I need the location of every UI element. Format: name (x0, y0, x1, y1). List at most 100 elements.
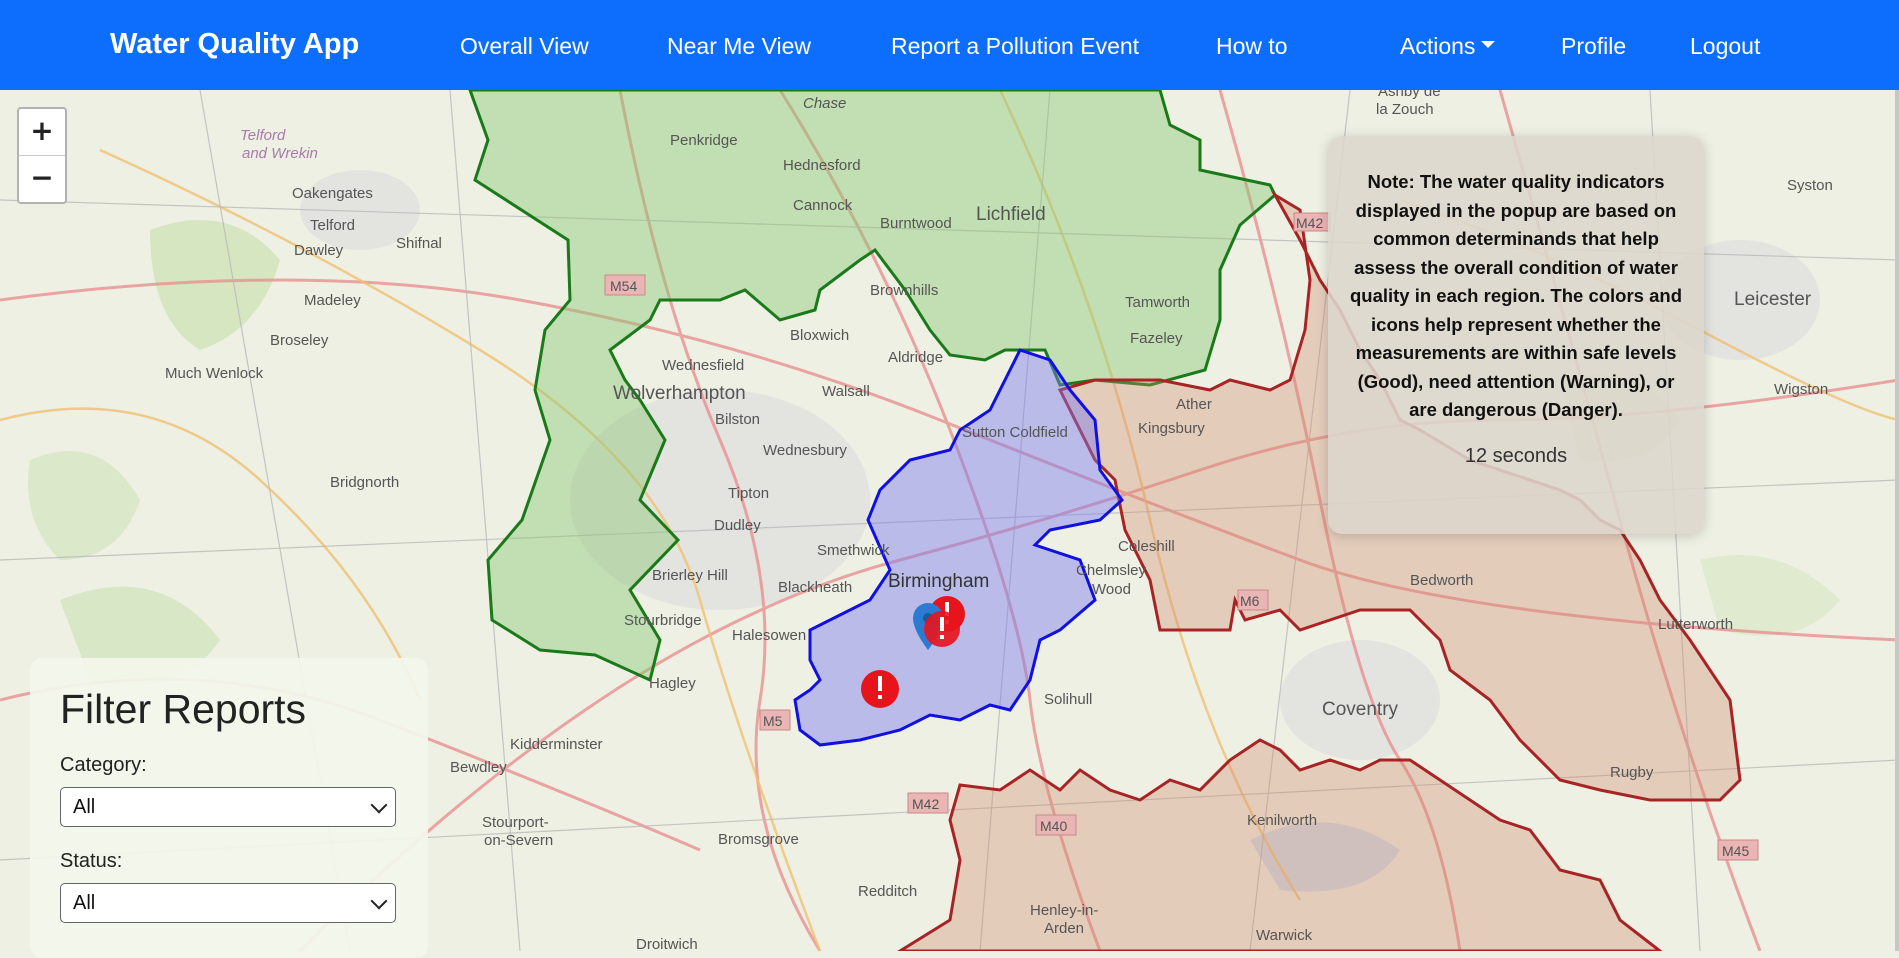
svg-text:Fazeley: Fazeley (1130, 330, 1183, 347)
caret-down-icon (1481, 41, 1496, 49)
danger-marker-icon[interactable] (861, 670, 899, 708)
note-body: The water quality indicators displayed i… (1349, 171, 1683, 420)
svg-text:Bilston: Bilston (715, 411, 760, 428)
svg-text:M54: M54 (610, 278, 637, 294)
svg-text:Halesowen: Halesowen (732, 627, 806, 644)
status-select[interactable]: All (60, 883, 396, 923)
chevron-down-icon (370, 796, 388, 814)
svg-text:Arden: Arden (1044, 920, 1084, 937)
map-markers (861, 596, 965, 708)
svg-text:Lichfield: Lichfield (976, 204, 1046, 225)
nav-actions-dropdown[interactable]: Actions (1400, 33, 1496, 60)
note-label: Note: (1367, 171, 1415, 192)
svg-text:Bridgnorth: Bridgnorth (330, 474, 399, 491)
filter-title: Filter Reports (60, 686, 307, 732)
svg-text:Syston: Syston (1787, 177, 1833, 194)
svg-text:Solihull: Solihull (1044, 691, 1092, 708)
svg-text:Aldridge: Aldridge (888, 349, 943, 366)
nav-report-pollution[interactable]: Report a Pollution Event (891, 33, 1139, 60)
nav-near-me-view[interactable]: Near Me View (667, 33, 811, 60)
svg-text:Wednesfield: Wednesfield (662, 357, 744, 374)
svg-text:Blackheath: Blackheath (778, 579, 852, 596)
svg-text:Kidderminster: Kidderminster (510, 736, 603, 753)
svg-text:Dudley: Dudley (714, 517, 761, 534)
svg-text:M40: M40 (1040, 818, 1067, 834)
chevron-down-icon (370, 892, 388, 910)
svg-text:Ather: Ather (1176, 396, 1212, 413)
svg-text:Wolverhampton: Wolverhampton (613, 383, 746, 404)
svg-text:Hednesford: Hednesford (783, 157, 861, 174)
svg-text:and Wrekin: and Wrekin (242, 145, 318, 162)
svg-text:Much Wenlock: Much Wenlock (165, 365, 264, 382)
svg-text:Tamworth: Tamworth (1125, 294, 1190, 311)
svg-text:Leicester: Leicester (1734, 289, 1812, 310)
nav-profile[interactable]: Profile (1561, 33, 1626, 60)
svg-text:la Zouch: la Zouch (1376, 101, 1434, 118)
svg-text:Telford: Telford (310, 217, 355, 234)
svg-text:Bedworth: Bedworth (1410, 572, 1473, 589)
svg-text:Oakengates: Oakengates (292, 185, 373, 202)
svg-text:Wood: Wood (1092, 581, 1131, 598)
svg-text:Hagley: Hagley (649, 675, 696, 692)
svg-text:M6: M6 (1240, 593, 1260, 609)
svg-text:Chelmsley: Chelmsley (1076, 562, 1147, 579)
svg-text:Coleshill: Coleshill (1118, 538, 1175, 555)
navbar: Water Quality App Overall View Near Me V… (0, 0, 1899, 90)
app-brand[interactable]: Water Quality App (110, 28, 359, 61)
category-select-value: All (73, 796, 96, 818)
scrollbar[interactable] (1895, 90, 1899, 951)
svg-text:Kenilworth: Kenilworth (1247, 812, 1317, 829)
svg-text:Kingsbury: Kingsbury (1138, 420, 1205, 437)
svg-text:Cannock: Cannock (793, 197, 853, 214)
note-timer: 12 seconds (1464, 444, 1568, 467)
nav-overall-view[interactable]: Overall View (460, 33, 589, 60)
zoom-out-button[interactable]: − (19, 156, 65, 202)
nav-actions-label: Actions (1400, 33, 1476, 59)
nav-how-to[interactable]: How to (1216, 33, 1288, 60)
svg-text:Brierley Hill: Brierley Hill (652, 567, 728, 584)
note-text: Note: The water quality indicators displ… (1344, 168, 1688, 425)
svg-text:Bromsgrove: Bromsgrove (718, 831, 799, 848)
svg-text:on-Severn: on-Severn (484, 832, 553, 849)
svg-text:Chase: Chase (803, 95, 846, 112)
svg-text:Rugby: Rugby (1610, 764, 1654, 781)
category-select[interactable]: All (60, 787, 396, 827)
svg-text:Sutton Coldfield: Sutton Coldfield (962, 424, 1068, 441)
svg-text:Coventry: Coventry (1322, 699, 1399, 720)
svg-text:Dawley: Dawley (294, 242, 344, 259)
filter-panel: Filter Reports Category: All Status: All (30, 658, 428, 958)
svg-text:Penkridge: Penkridge (670, 132, 738, 149)
svg-text:Henley-in-: Henley-in- (1030, 902, 1098, 919)
svg-text:Tipton: Tipton (728, 485, 769, 502)
svg-text:Droitwich: Droitwich (636, 936, 698, 951)
category-label: Category: (60, 754, 147, 776)
zoom-control: + − (17, 107, 67, 204)
svg-text:Smethwick: Smethwick (817, 542, 890, 559)
svg-text:Bewdley: Bewdley (450, 759, 507, 776)
svg-text:Burntwood: Burntwood (880, 215, 952, 232)
svg-text:Walsall: Walsall (822, 383, 870, 400)
svg-text:Madeley: Madeley (304, 292, 361, 309)
svg-text:Brownhills: Brownhills (870, 282, 938, 299)
svg-text:Shifnal: Shifnal (396, 235, 442, 252)
svg-text:M42: M42 (1296, 215, 1323, 231)
status-select-value: All (73, 892, 96, 914)
svg-text:Telford: Telford (240, 127, 286, 144)
svg-text:Wednesbury: Wednesbury (763, 442, 847, 459)
svg-text:Wigston: Wigston (1774, 381, 1828, 398)
svg-text:Lutterworth: Lutterworth (1658, 616, 1733, 633)
svg-text:M45: M45 (1722, 843, 1749, 859)
svg-text:Redditch: Redditch (858, 883, 917, 900)
svg-text:Bloxwich: Bloxwich (790, 327, 849, 344)
status-label: Status: (60, 850, 123, 872)
note-popup: Note: The water quality indicators displ… (1328, 136, 1704, 534)
nav-logout[interactable]: Logout (1690, 33, 1760, 60)
svg-text:M42: M42 (912, 796, 939, 812)
svg-text:Ashby de: Ashby de (1378, 90, 1441, 100)
svg-text:M5: M5 (763, 713, 783, 729)
danger-marker-icon[interactable] (924, 611, 960, 647)
svg-text:Stourport-: Stourport- (482, 814, 549, 831)
svg-text:Stourbridge: Stourbridge (624, 612, 702, 629)
zoom-in-button[interactable]: + (19, 109, 65, 156)
svg-text:Warwick: Warwick (1256, 927, 1313, 944)
